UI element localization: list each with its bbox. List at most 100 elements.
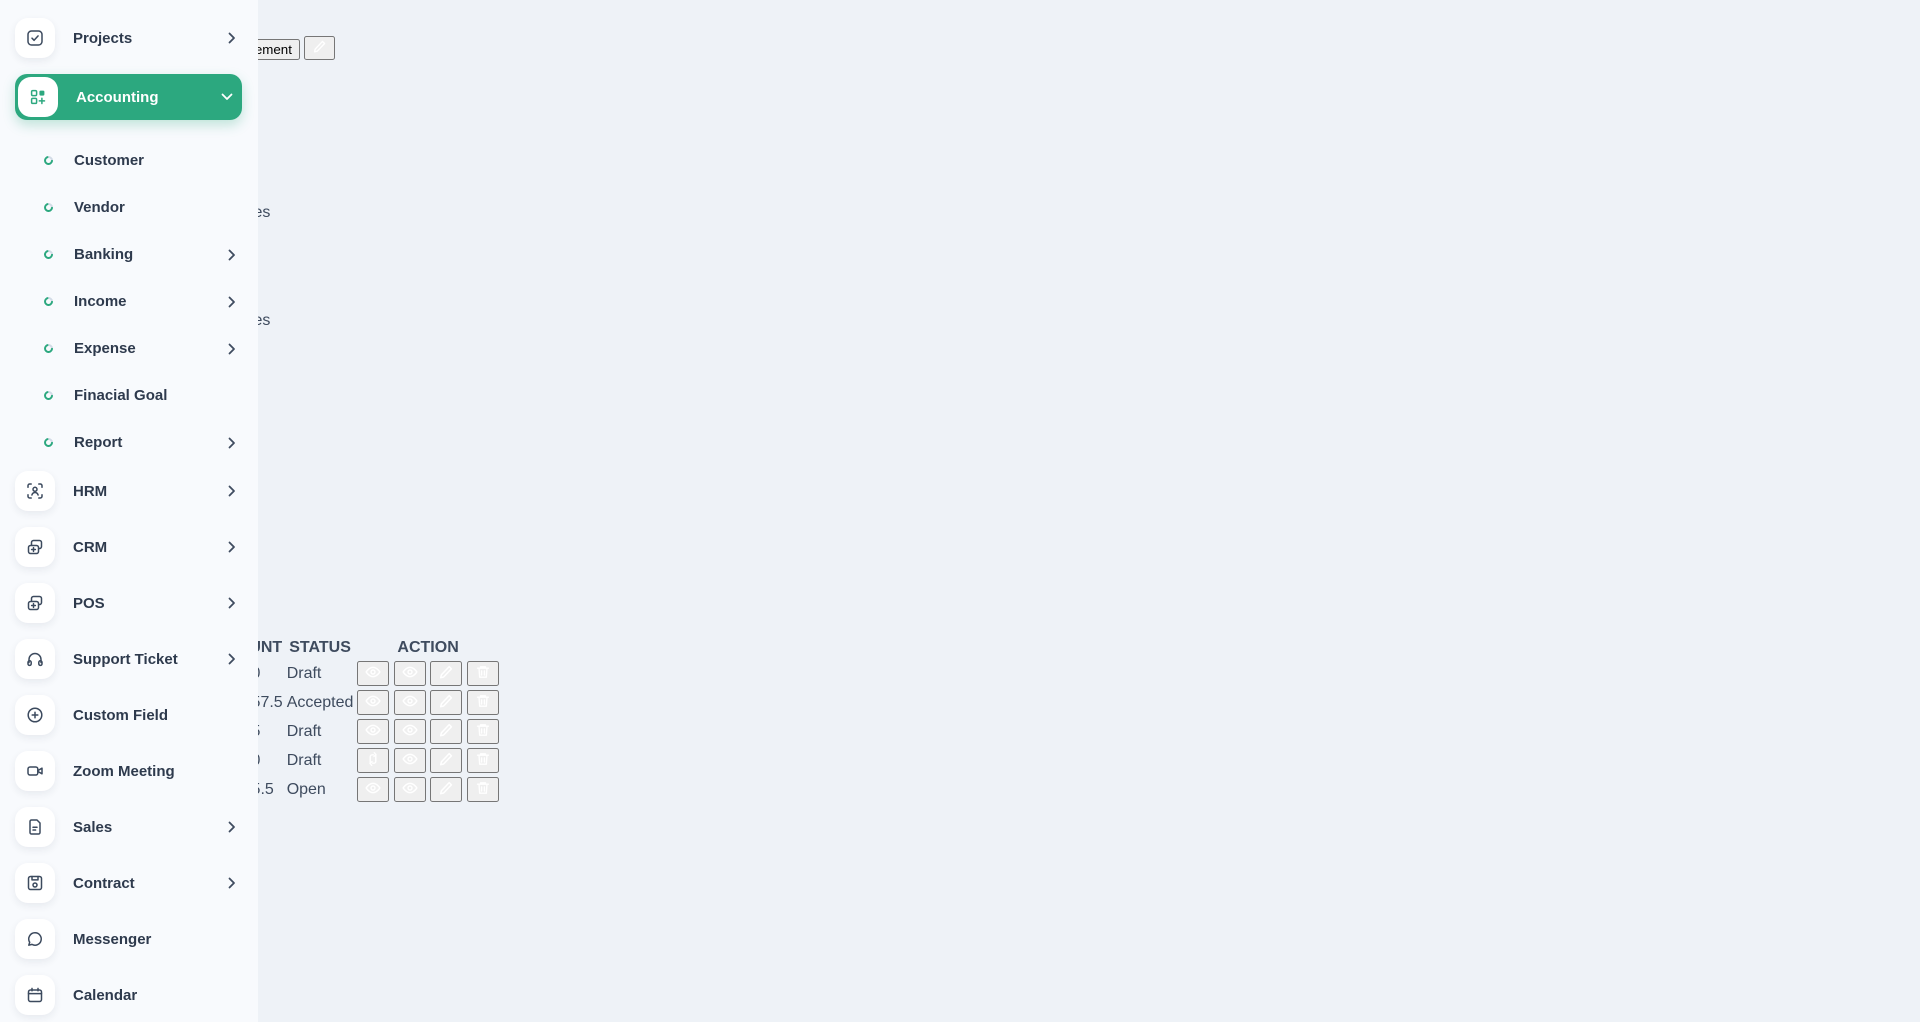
sidebar-item-label: Finacial Goal [74, 387, 167, 404]
edit-button[interactable] [430, 661, 462, 686]
sidebar-item-accounting[interactable]: Accounting [15, 74, 242, 120]
sidebar-item-calendar[interactable]: Calendar [15, 975, 242, 1015]
eye-icon [402, 668, 418, 683]
sidebar-item-crm[interactable]: CRM [15, 527, 242, 567]
billing-address: New Aasamj, New York, United States [0, 204, 1920, 222]
pencil-icon [438, 784, 454, 799]
customer-phone: 78787878787878 [0, 114, 1920, 132]
chevron-right-icon [228, 597, 236, 609]
sidebar-item-finacial-goal[interactable]: Finacial Goal [15, 373, 242, 418]
convert-button[interactable] [357, 748, 389, 773]
circle-plus-icon [15, 695, 55, 735]
card-title: Billing Info [0, 132, 1920, 150]
sidebar-item-zoom-meeting[interactable]: Zoom Meeting [15, 751, 242, 791]
proposal-section-title: Proposal [0, 618, 1920, 636]
sidebar-item-label: Projects [73, 30, 132, 47]
sidebar-item-label: Support Ticket [73, 651, 178, 668]
delete-button[interactable] [467, 690, 499, 715]
view-button[interactable] [394, 690, 426, 715]
delete-button[interactable] [467, 661, 499, 686]
trash-icon [475, 784, 491, 799]
sidebar-item-custom-field[interactable]: Custom Field [15, 695, 242, 735]
sidebar-item-label: POS [73, 595, 105, 612]
cards-plus-icon [15, 583, 55, 623]
eye-icon [402, 697, 418, 712]
field-balance: Balance $193,025.0 [0, 438, 1920, 474]
sidebar-item-projects[interactable]: Projects [15, 18, 242, 58]
sidebar-item-hrm[interactable]: HRM [15, 471, 242, 511]
preview-button[interactable] [357, 777, 389, 802]
bullet-icon [42, 201, 55, 214]
sidebar-item-report[interactable]: Report [15, 420, 242, 465]
shipping-phone: +1 (248) 153-2086 [0, 276, 1920, 294]
chevron-right-icon [228, 485, 236, 497]
chevron-right-icon [228, 877, 236, 889]
sidebar-item-sales[interactable]: Sales [15, 807, 242, 847]
headphones-icon [15, 639, 55, 679]
chevron-right-icon [228, 296, 236, 308]
sidebar-item-vendor[interactable]: Vendor [15, 185, 242, 230]
column-header-status: STATUS [286, 638, 355, 658]
document-icon [15, 807, 55, 847]
sidebar-item-customer[interactable]: Customer [15, 138, 242, 183]
field-average-sales: Average Sales $44,310.2 [0, 582, 1920, 618]
trash-icon [475, 697, 491, 712]
sidebar-item-support-ticket[interactable]: Support Ticket [15, 639, 242, 679]
person-scan-icon [15, 471, 55, 511]
edit-button[interactable] [430, 748, 462, 773]
edit-button[interactable] [430, 690, 462, 715]
customer-email: emilia@client.com [0, 96, 1920, 114]
view-button[interactable] [394, 661, 426, 686]
preview-button[interactable] [357, 719, 389, 744]
trash-icon [475, 726, 491, 741]
billing-zip: 10000 [0, 222, 1920, 240]
status-badge: Accepted [287, 694, 354, 711]
field-quantity-of-invoice: Quantity of Invoice 11 [0, 546, 1920, 582]
sidebar-item-label: Vendor [74, 199, 125, 216]
eye-icon [402, 755, 418, 770]
pencil-icon [312, 42, 327, 57]
sidebar-item-label: Banking [74, 246, 133, 263]
company-info-card: Company Info Customer Id #CUST00001 Date… [0, 348, 1920, 618]
status-badge: Open [287, 781, 326, 798]
eye-icon [365, 726, 381, 741]
bullet-icon [42, 342, 55, 355]
view-button[interactable] [394, 777, 426, 802]
preview-button[interactable] [357, 690, 389, 715]
eye-icon [365, 697, 381, 712]
floppy-icon [15, 863, 55, 903]
column-header-action: ACTION [356, 638, 499, 658]
sidebar-item-label: Messenger [73, 931, 151, 948]
shipping-address: New Aasamj, New York, United States [0, 312, 1920, 330]
chevron-right-icon [228, 653, 236, 665]
sidebar-item-income[interactable]: Income [15, 279, 242, 324]
delete-button[interactable] [467, 777, 499, 802]
sidebar-item-banking[interactable]: Banking [15, 232, 242, 277]
sidebar-item-pos[interactable]: POS [15, 583, 242, 623]
edit-button[interactable] [430, 777, 462, 802]
delete-button[interactable] [467, 719, 499, 744]
bullet-icon [42, 154, 55, 167]
bullet-icon [42, 389, 55, 402]
shipping-country: Greece [0, 294, 1920, 312]
preview-button[interactable] [357, 661, 389, 686]
sidebar-item-label: Expense [74, 340, 136, 357]
chevron-right-icon [228, 32, 236, 44]
chevron-right-icon [228, 821, 236, 833]
card-title: Shipping Info [0, 240, 1920, 258]
sidebar-item-messenger[interactable]: Messenger [15, 919, 242, 959]
delete-button[interactable] [467, 748, 499, 773]
edit-button[interactable] [430, 719, 462, 744]
accounting-icon [18, 77, 58, 117]
main-content: Customer-Detail Dashboard Customer Emili… [0, 0, 1920, 805]
sidebar-item-expense[interactable]: Expense [15, 326, 242, 371]
edit-customer-button[interactable] [304, 36, 335, 60]
calendar-icon [15, 975, 55, 1015]
shipping-zip: 10000 [0, 330, 1920, 348]
status-badge: Draft [287, 665, 322, 682]
breadcrumb: Dashboard Customer Emilia Fox [0, 18, 1920, 36]
sidebar-item-contract[interactable]: Contract [15, 863, 242, 903]
view-button[interactable] [394, 748, 426, 773]
eye-icon [402, 784, 418, 799]
view-button[interactable] [394, 719, 426, 744]
